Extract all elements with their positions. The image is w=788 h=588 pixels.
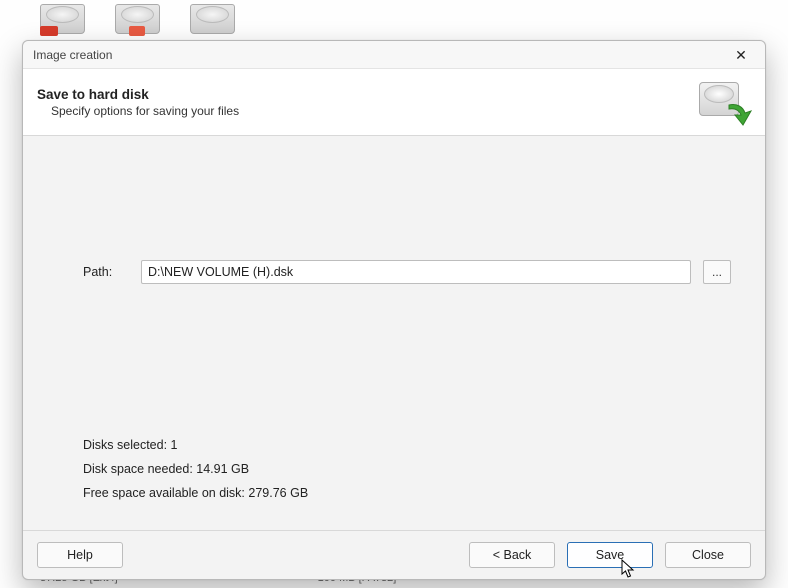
info-block: Disks selected: 1 Disk space needed: 14.… (83, 428, 308, 510)
path-input[interactable] (141, 260, 691, 284)
browse-button[interactable]: ... (703, 260, 731, 284)
image-creation-dialog: Image creation ✕ Save to hard disk Speci… (22, 40, 766, 580)
disks-selected-label: Disks selected: (83, 438, 167, 452)
titlebar: Image creation ✕ (23, 41, 765, 69)
close-button[interactable]: Close (665, 542, 751, 568)
dialog-content: Path: ... Disks selected: 1 Disk space n… (23, 136, 765, 531)
hard-disk-save-icon (695, 79, 751, 125)
space-needed-row: Disk space needed: 14.91 GB (83, 462, 308, 476)
bg-disk-row (40, 4, 235, 34)
disk-icon (115, 4, 160, 34)
space-needed-label: Disk space needed: (83, 462, 193, 476)
disk-icon (190, 4, 235, 34)
window-title: Image creation (33, 48, 112, 62)
window-close-button[interactable]: ✕ (721, 43, 761, 67)
close-icon: ✕ (735, 48, 747, 62)
dialog-header: Save to hard disk Specify options for sa… (23, 69, 765, 136)
save-button[interactable]: Save (567, 542, 653, 568)
space-needed-value: 14.91 GB (196, 462, 249, 476)
path-label: Path: (83, 265, 129, 279)
disks-selected-value: 1 (171, 438, 178, 452)
path-row: Path: ... (83, 260, 731, 284)
header-title: Save to hard disk (37, 87, 695, 102)
free-space-value: 279.76 GB (248, 486, 308, 500)
free-space-row: Free space available on disk: 279.76 GB (83, 486, 308, 500)
disks-selected-row: Disks selected: 1 (83, 438, 308, 452)
free-space-label: Free space available on disk: (83, 486, 245, 500)
header-subtitle: Specify options for saving your files (51, 104, 695, 118)
disk-icon (40, 4, 85, 34)
help-button[interactable]: Help (37, 542, 123, 568)
dialog-footer: Help < Back Save Close (23, 531, 765, 579)
back-button[interactable]: < Back (469, 542, 555, 568)
